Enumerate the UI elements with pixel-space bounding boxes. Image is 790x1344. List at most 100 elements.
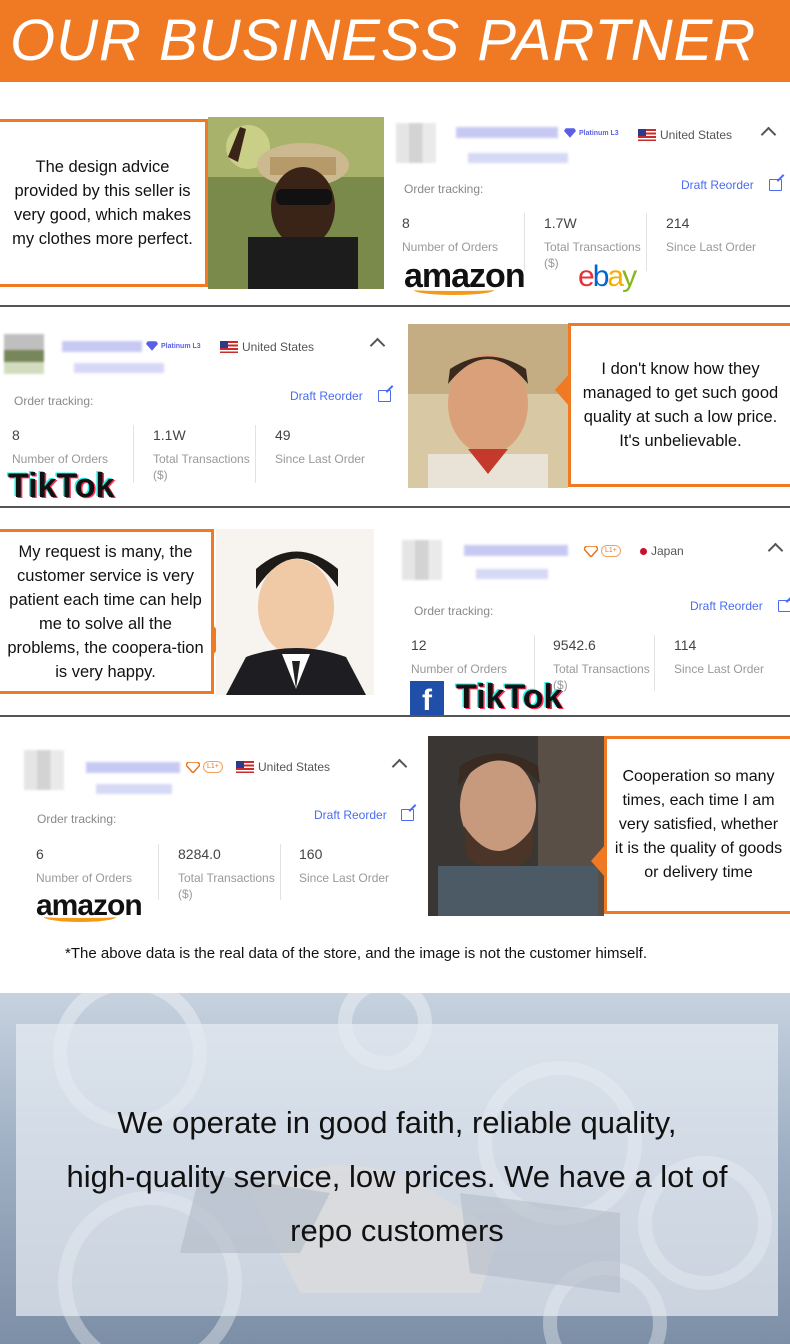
testimonial-text: The design advice provided by this selle… [12,158,193,248]
transactions-value: 9542.6 [553,637,596,653]
orders-label: Number of Orders [36,871,133,885]
testimonial-text: My request is many, the customer service… [7,542,204,681]
orders-label: Number of Orders [411,662,508,676]
order-card: L1+ Japan Order tracking: Draft Reorder … [400,532,790,716]
blurred-name [464,545,568,556]
transactions-unit: ($) [178,887,193,901]
order-tracking-label: Order tracking: [37,812,117,826]
edit-icon[interactable] [769,179,782,191]
facebook-logo: f [410,681,444,715]
collapse-chevron-icon[interactable] [760,126,777,143]
blurred-avatar [396,123,436,163]
transactions-value: 1.1W [153,427,186,443]
amazon-smile-icon [44,912,116,922]
tiktok-logo: TikTok [456,678,563,716]
customer-photo [216,529,374,695]
blurred-subtitle [74,363,164,373]
order-tracking-label: Order tracking: [414,604,494,618]
draft-reorder-link[interactable]: Draft Reorder [690,599,763,613]
transactions-unit: ($) [544,256,559,270]
diamond-icon [584,545,598,557]
testimonial-box: Cooperation so many times, each time I a… [604,736,790,914]
orders-count: 12 [411,637,427,653]
since-last-order-label: Since Last Order [275,452,366,466]
transactions-label: Total Transactions [153,452,250,466]
customer-photo [428,736,604,916]
country-label: United States [236,760,330,774]
message-line: repo customers [290,1213,504,1248]
testimonial-box: My request is many, the customer service… [0,529,214,694]
diamond-icon [186,761,200,773]
edit-icon[interactable] [401,809,414,821]
message-line: high-quality service, low prices. We hav… [66,1159,728,1194]
section-divider [0,506,790,508]
testimonial-text: Cooperation so many times, each time I a… [614,768,783,881]
transactions-value: 8284.0 [178,846,221,862]
blurred-name [456,127,558,138]
transactions-label: Total Transactions [544,240,641,254]
message-line: We operate in good faith, reliable quali… [117,1105,677,1140]
collapse-chevron-icon[interactable] [391,758,408,775]
testimonial-box: The design advice provided by this selle… [0,119,208,287]
blurred-name [62,341,142,352]
collapse-chevron-icon[interactable] [369,337,386,354]
edit-icon[interactable] [778,600,790,612]
since-last-order-label: Since Last Order [666,240,757,254]
us-flag-icon [220,341,238,353]
transactions-label: Total Transactions [553,662,650,676]
transactions-unit: ($) [153,468,168,482]
amazon-smile-icon [414,285,494,295]
pointer-arrow [591,845,605,877]
since-last-order-value: 214 [666,215,690,231]
diamond-icon [146,341,158,351]
order-card: L1+ United States Order tracking: Draft … [22,742,422,922]
membership-badge: L1+ [186,761,223,773]
draft-reorder-link[interactable]: Draft Reorder [290,389,363,403]
blurred-avatar [24,750,64,790]
draft-reorder-link[interactable]: Draft Reorder [314,808,387,822]
order-tracking-label: Order tracking: [404,182,484,196]
stat-separator [133,425,134,483]
transactions-value: 1.7W [544,215,577,231]
since-last-order-value: 160 [299,846,323,862]
blurred-name [86,762,180,773]
stat-separator [646,213,647,271]
order-card: Platinum L3 United States Order tracking… [392,115,790,300]
blurred-subtitle [476,569,548,579]
blurred-subtitle [468,153,568,163]
ebay-logo: ebay [578,260,637,293]
section-divider [0,715,790,717]
testimonial-box: I don't know how they managed to get suc… [568,323,790,487]
company-message: We operate in good faith, reliable quali… [16,1096,778,1258]
order-tracking-label: Order tracking: [14,394,94,408]
membership-badge: Platinum L3 [146,341,201,351]
stat-separator [654,635,655,691]
orders-count: 6 [36,846,44,862]
page-title: OUR BUSINESS PARTNER [10,8,757,73]
customer-photo [408,324,568,488]
orders-count: 8 [402,215,410,231]
since-last-order-label: Since Last Order [674,662,765,676]
us-flag-icon [638,129,656,141]
disclaimer-footnote: *The above data is the real data of the … [65,945,647,962]
since-last-order-value: 49 [275,427,291,443]
orders-label: Number of Orders [12,452,109,466]
orders-label: Number of Orders [402,240,499,254]
pointer-arrow [555,374,569,406]
order-card: Platinum L3 United States Order tracking… [0,326,400,504]
us-flag-icon [236,761,254,773]
customer-photo [208,117,384,289]
stat-separator [280,844,281,900]
collapse-chevron-icon[interactable] [767,542,784,559]
draft-reorder-link[interactable]: Draft Reorder [681,178,754,192]
since-last-order-value: 114 [674,637,697,653]
transactions-label: Total Transactions [178,871,275,885]
diamond-icon [564,128,576,138]
membership-badge: L1+ [584,545,621,557]
country-label: Japan [640,544,684,558]
edit-icon[interactable] [378,390,391,402]
japan-flag-icon [640,547,647,555]
testimonial-text: I don't know how they managed to get suc… [582,360,779,450]
orders-count: 8 [12,427,20,443]
stat-separator [255,425,256,483]
